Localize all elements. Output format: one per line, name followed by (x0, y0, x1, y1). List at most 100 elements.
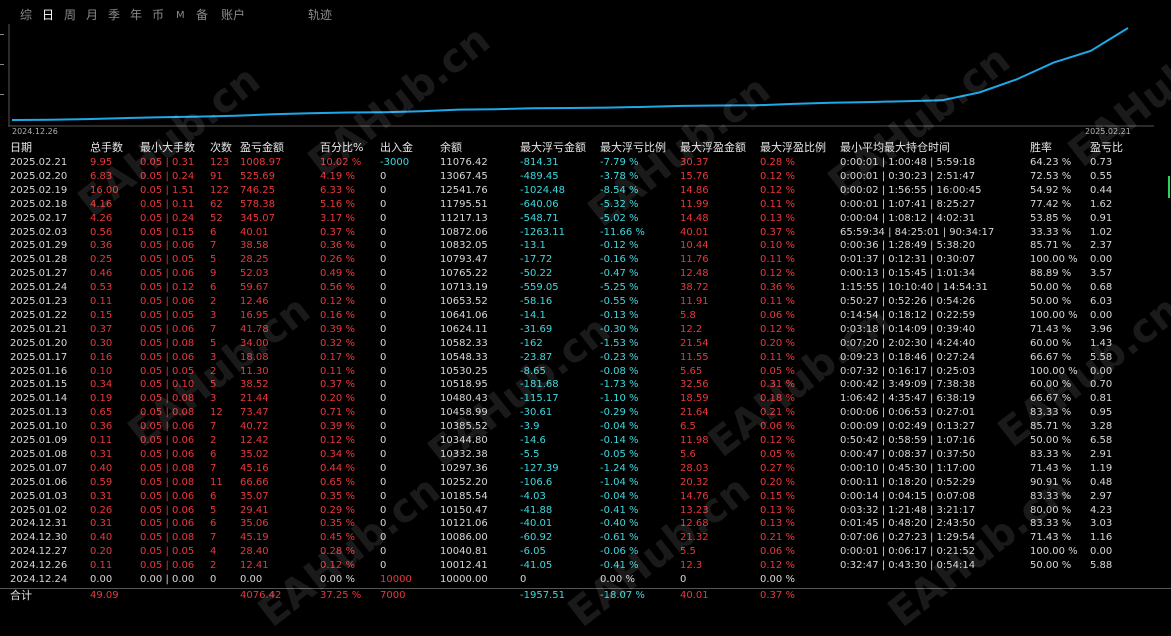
column-header[interactable]: 最小平均最大持仓时间 (840, 141, 950, 155)
table-cell: 0 (380, 435, 387, 446)
table-row[interactable]: 2024.12.26 0.11 0.05 | 0.06 2 12.41 0.12 % 0 10… (0, 559, 1171, 573)
table-row[interactable]: 2024.12.30 0.40 0.05 | 0.08 7 45.19 0.45 % 0 10… (0, 531, 1171, 545)
column-header[interactable]: 最小大手数 (140, 141, 195, 155)
table-row[interactable]: 2024.12.27 0.20 0.05 | 0.05 4 28.40 0.28 % 0 10… (0, 545, 1171, 559)
table-row[interactable]: 2025.01.16 0.10 0.05 | 0.05 2 11.30 0.11 % 0 10… (0, 365, 1171, 379)
table-row[interactable]: 2025.01.27 0.46 0.05 | 0.06 9 52.03 0.49 % 0 10… (0, 267, 1171, 281)
table-cell: 12 (210, 407, 223, 419)
table-cell: 2024.12.30 (10, 532, 68, 544)
column-header[interactable]: 日期 (10, 141, 32, 155)
table-cell: 41.78 (240, 323, 269, 335)
table-cell: 2025.01.29 (10, 240, 68, 252)
table-cell: 10332.38 (440, 448, 488, 460)
tab-0[interactable]: 综 (20, 7, 32, 23)
table-row[interactable]: 2025.01.10 0.36 0.05 | 0.06 7 40.72 0.39 % 0 10… (0, 420, 1171, 434)
table-row[interactable]: 2025.01.23 0.11 0.05 | 0.06 2 12.46 0.12 % 0 10… (0, 295, 1171, 309)
column-header[interactable]: 最大浮亏比例 (600, 141, 666, 155)
tab-5[interactable]: 年 (130, 7, 142, 23)
table-cell: 53.85 % (1030, 212, 1072, 224)
table-row[interactable]: 2025.01.08 0.31 0.05 | 0.06 6 35.02 0.34 % 0 10… (0, 448, 1171, 462)
table-row[interactable]: 2025.01.03 0.31 0.05 | 0.06 6 35.07 0.35 % 0 10… (0, 490, 1171, 504)
table-cell: 0:14:54 | 0:18:12 | 0:22:59 (840, 309, 976, 321)
column-header[interactable]: 次数 (210, 141, 232, 155)
table-cell: 0.16 (90, 351, 113, 363)
table-cell: 2025.02.03 (10, 226, 68, 238)
column-header[interactable]: 总手数 (90, 141, 123, 155)
table-row[interactable]: 2025.01.07 0.40 0.05 | 0.08 7 45.16 0.44 % 0 10… (0, 462, 1171, 476)
table-row[interactable]: 2025.01.09 0.11 0.05 | 0.06 2 12.42 0.12 % 0 10… (0, 434, 1171, 448)
table-cell: 0.35 % (320, 490, 355, 502)
table-cell: 0:00:36 | 1:28:49 | 5:38:20 (840, 240, 976, 252)
table-cell: 59.67 (240, 282, 269, 294)
table-row[interactable]: 2025.02.21 9.95 0.05 | 0.31 123 1008.97 10.02… (0, 156, 1171, 170)
table-cell: 10000.00 (440, 574, 488, 585)
table-cell: 4.16 (90, 198, 113, 210)
table-cell: 64.23 % (1030, 157, 1072, 168)
tab-6[interactable]: 币 (152, 7, 164, 23)
column-header[interactable]: 胜率 (1030, 141, 1052, 155)
tab-3[interactable]: 月 (86, 7, 98, 23)
table-row[interactable]: 2025.01.29 0.36 0.05 | 0.06 7 38.58 0.36 % 0 10… (0, 239, 1171, 253)
table-row[interactable]: 2025.01.15 0.34 0.05 | 0.10 5 38.52 0.37 % 0 10… (0, 378, 1171, 392)
table-cell: -0.16 % (600, 254, 639, 266)
table-cell: 0 (380, 351, 387, 363)
column-header[interactable]: 百分比% (320, 141, 363, 155)
table-row[interactable]: 2025.02.20 6.83 0.05 | 0.24 91 525.69 4.19 % 0… (0, 170, 1171, 184)
table-row[interactable]: 2025.02.03 0.56 0.05 | 0.15 6 40.01 0.37 % 0 10… (0, 226, 1171, 240)
table-cell: 0.71 % (320, 407, 355, 419)
table-cell: 0.44 (1090, 184, 1113, 196)
table-row[interactable]: 2025.01.14 0.19 0.05 | 0.08 3 21.44 0.20 % 0 10… (0, 392, 1171, 406)
table-row[interactable]: 2025.01.28 0.25 0.05 | 0.05 5 28.25 0.26 % 0 10… (0, 253, 1171, 267)
table-cell: 83.33 % (1030, 490, 1072, 502)
tab-8[interactable]: 备 (196, 7, 208, 23)
table-row[interactable]: 2025.02.19 16.00 0.05 | 1.51 122 746.25 6.33 … (0, 184, 1171, 198)
table-cell: 0.00 (1090, 546, 1113, 558)
table-cell: 0 (380, 254, 387, 266)
column-header[interactable]: 盈亏金额 (240, 141, 284, 155)
totals-cell: 0.37 % (760, 589, 795, 601)
tab-2[interactable]: 周 (64, 7, 76, 23)
table-row[interactable]: 2025.02.17 4.26 0.05 | 0.24 52 345.07 3.17 % 0… (0, 212, 1171, 226)
column-header[interactable]: 最大浮亏金额 (520, 141, 586, 155)
column-header[interactable]: 出入金 (380, 141, 413, 155)
column-header[interactable]: 最大浮盈金额 (680, 141, 746, 155)
table-cell: -106.6 (520, 476, 553, 488)
table-row[interactable]: 2025.01.02 0.26 0.05 | 0.06 5 29.41 0.29 % 0 10… (0, 504, 1171, 518)
table-row[interactable]: 2025.01.21 0.37 0.05 | 0.06 7 41.78 0.39 % 0 10… (0, 323, 1171, 337)
table-cell: 0.05 | 0.06 (140, 351, 195, 363)
table-row[interactable]: 2024.12.24 0.00 0.00 | 0.00 0 0.00 0.00 % 1000… (0, 573, 1171, 587)
table-cell: 123 (210, 157, 230, 168)
column-header[interactable]: 余额 (440, 141, 462, 155)
table-cell: 0.36 (90, 240, 113, 252)
table-cell: 21.44 (240, 393, 269, 405)
tab-10[interactable]: 轨迹 (308, 7, 332, 23)
table-row[interactable]: 2025.01.24 0.53 0.05 | 0.12 6 59.67 0.56 % 0 10… (0, 281, 1171, 295)
table-row[interactable]: 2025.01.17 0.16 0.05 | 0.06 3 18.08 0.17 % 0 10… (0, 351, 1171, 365)
tab-1[interactable]: 日 (42, 7, 54, 23)
tab-7[interactable]: M (176, 8, 185, 24)
table-cell: -181.68 (520, 379, 559, 391)
table-cell: 2025.01.27 (10, 268, 68, 280)
column-header[interactable]: 盈亏比 (1090, 141, 1123, 155)
table-row[interactable]: 2024.12.31 0.31 0.05 | 0.06 6 35.06 0.35 % 0 10… (0, 517, 1171, 531)
totals-cell: 49.09 (90, 589, 119, 601)
table-cell: 3.57 (1090, 268, 1113, 280)
table-row[interactable]: 2025.02.18 4.16 0.05 | 0.11 62 578.38 5.16 % 0… (0, 198, 1171, 212)
table-cell: 0.12 % (320, 296, 355, 307)
table-row[interactable]: 2025.01.06 0.59 0.05 | 0.08 11 66.66 0.65 % 0 1… (0, 476, 1171, 490)
table-cell: 11076.42 (440, 157, 488, 168)
table-row[interactable]: 2025.01.13 0.65 0.05 | 0.08 12 73.47 0.71 % 0 1… (0, 406, 1171, 420)
table-cell: 525.69 (240, 170, 275, 182)
table-cell: 0:00:11 | 0:18:20 | 0:52:29 (840, 476, 976, 488)
table-cell: 2025.01.22 (10, 309, 68, 321)
table-cell: 10765.22 (440, 268, 488, 280)
table-cell: 0:00:02 | 1:56:55 | 16:00:45 (840, 184, 982, 196)
table-cell: 6 (210, 448, 217, 460)
tab-9[interactable]: 账户 (221, 7, 245, 23)
table-cell: 85.71 % (1030, 421, 1072, 433)
table-row[interactable]: 2025.01.22 0.15 0.05 | 0.05 3 16.95 0.16 % 0 10… (0, 309, 1171, 323)
table-row[interactable]: 2025.01.20 0.30 0.05 | 0.08 5 34.00 0.32 % 0 10… (0, 337, 1171, 351)
tab-4[interactable]: 季 (108, 7, 120, 23)
table-cell: 10458.99 (440, 407, 488, 419)
column-header[interactable]: 最大浮盈比例 (760, 141, 826, 155)
